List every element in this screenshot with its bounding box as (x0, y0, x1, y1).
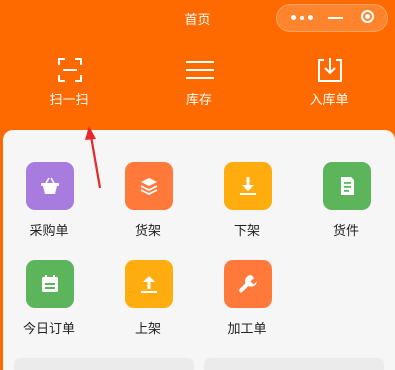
grid-item-processing-order[interactable]: 加工单 (202, 260, 292, 340)
grid-item-shelve[interactable]: 上架 (103, 260, 193, 340)
quick-action-label: 库存 (185, 93, 212, 108)
icon-box (323, 162, 371, 210)
grid-item-shipment[interactable]: 货件 (301, 162, 391, 242)
layers-icon (140, 178, 158, 196)
download-icon (240, 177, 256, 195)
quick-action-scan[interactable]: 扫一扫 (14, 56, 124, 112)
feature-card: 采购单 货架 下架 货件 今日订单 上架 加工单 (3, 130, 395, 370)
quick-action-inventory[interactable]: 库存 (144, 56, 254, 112)
upload-icon (141, 276, 157, 293)
quick-action-label: 入库单 (309, 93, 349, 108)
icon-box (224, 260, 272, 308)
wrench-icon (239, 275, 257, 293)
menu-lines-icon (186, 61, 214, 79)
basket-icon (41, 177, 59, 194)
more-dots-icon[interactable] (283, 5, 321, 31)
quick-action-inbound[interactable]: 入库单 (274, 56, 384, 112)
grid-item-label: 加工单 (227, 322, 267, 337)
quick-action-label: 扫一扫 (49, 93, 89, 108)
grid-item-label: 货件 (332, 224, 359, 239)
inbound-download-icon (318, 58, 342, 82)
next-section-card (204, 358, 384, 370)
grid-item-label: 采购单 (29, 224, 69, 239)
grid-item-label: 货架 (134, 224, 161, 239)
grid-item-label: 下架 (233, 224, 260, 239)
grid-item-label: 今日订单 (22, 322, 75, 337)
target-close-icon[interactable] (357, 5, 383, 31)
icon-box (125, 260, 173, 308)
calendar-icon (42, 275, 58, 292)
header-bar: 首页 扫一扫 库存 入库单 (0, 0, 395, 130)
grid-item-shelf[interactable]: 货架 (103, 162, 193, 242)
grid-item-unshelve[interactable]: 下架 (202, 162, 292, 242)
minimize-icon[interactable] (323, 5, 349, 31)
icon-box (125, 162, 173, 210)
grid-item-today-orders[interactable]: 今日订单 (4, 260, 94, 340)
icon-box (26, 260, 74, 308)
icon-box (26, 162, 74, 210)
annotation-arrow-icon (85, 126, 102, 189)
scan-icon (58, 58, 82, 82)
icon-box (224, 162, 272, 210)
mini-program-capsule (276, 4, 388, 32)
next-section-card (14, 358, 194, 370)
document-icon (341, 177, 354, 195)
grid-item-label: 上架 (134, 322, 161, 337)
